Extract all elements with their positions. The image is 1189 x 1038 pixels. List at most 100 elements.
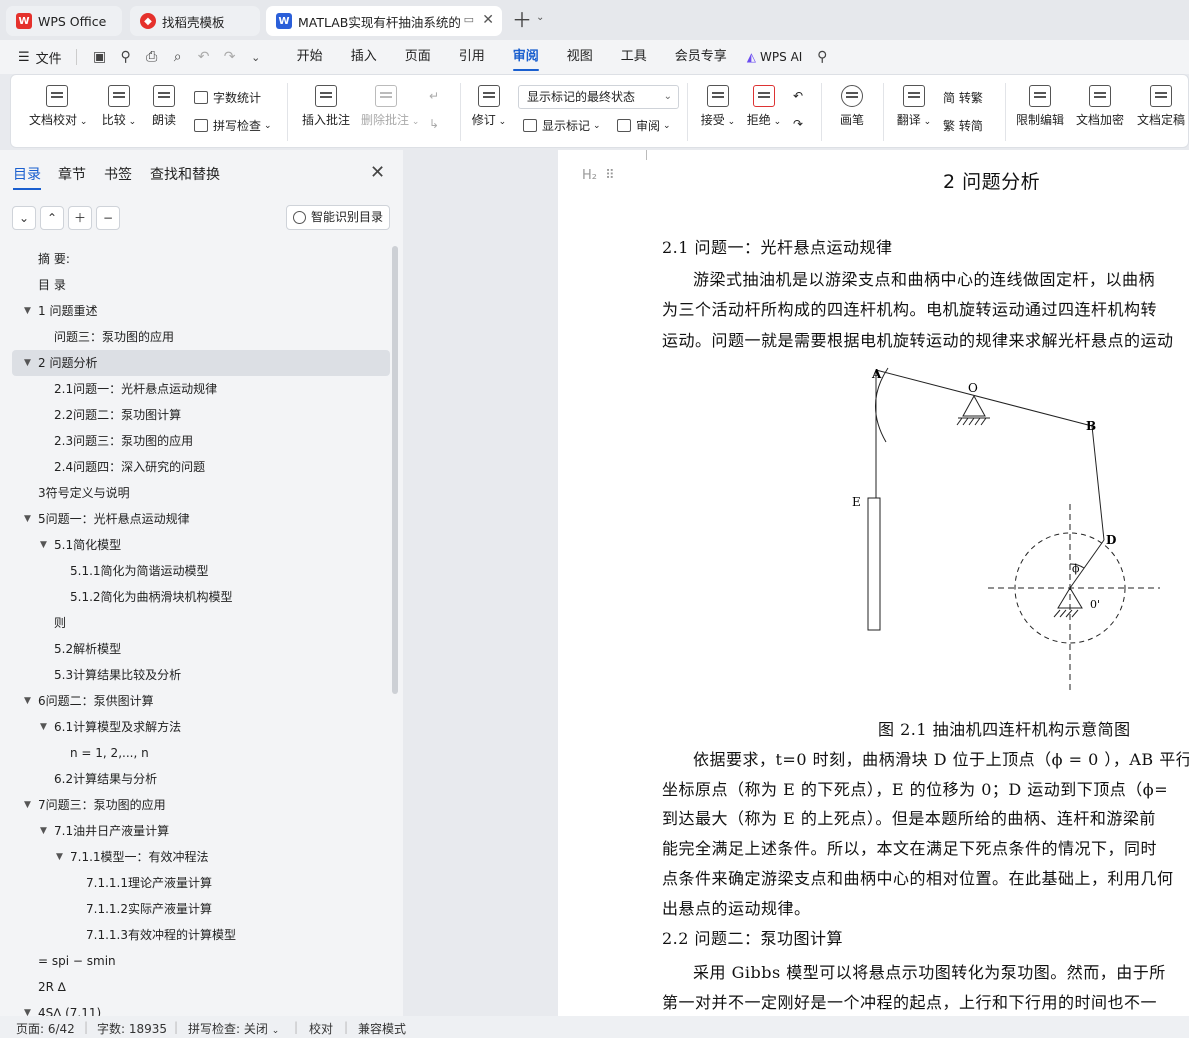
to-traditional-button[interactable]: 简 转繁 [943, 89, 983, 106]
toc-item[interactable]: 2.4问题四：深入研究的问题 [12, 454, 390, 480]
toc-item[interactable]: 摘 要: [12, 246, 390, 272]
toc-item[interactable]: 6.2计算结果与分析 [12, 766, 390, 792]
toc-item[interactable]: 5.1.2简化为曲柄滑块机构模型 [12, 584, 390, 610]
redo-icon[interactable]: ↷ [222, 49, 238, 65]
menu-view[interactable]: 视图 [553, 40, 607, 74]
insert-comment-button[interactable]: 插入批注 [301, 85, 351, 128]
reject-button[interactable]: 拒绝 ⌄ [745, 85, 783, 128]
save-icon[interactable]: ▣ [92, 49, 108, 65]
toc-item[interactable]: 2.2问题二：泵功图计算 [12, 402, 390, 428]
revise-button[interactable]: 修订 ⌄ [471, 85, 507, 128]
proofread-button[interactable]: 校对 [309, 1020, 333, 1037]
toc-item[interactable]: ▼ 1 问题重述 [12, 298, 390, 324]
encrypt-button[interactable]: 文档加密 [1075, 85, 1125, 128]
heading-level-marker[interactable]: H₂ ⠿ [582, 168, 615, 183]
delete-comment-button[interactable]: 删除批注 ⌄ [361, 85, 419, 128]
scrollbar[interactable] [392, 246, 398, 694]
toc-item[interactable]: 3符号定义与说明 [12, 480, 390, 506]
caret-down-icon[interactable]: ▼ [24, 688, 31, 714]
share-icon[interactable]: ⚲ [118, 49, 134, 65]
toc-item[interactable]: n = 1, 2,..., n [12, 740, 390, 766]
menu-tools[interactable]: 工具 [607, 40, 661, 74]
remove-heading-button[interactable]: − [96, 206, 120, 230]
close-icon[interactable]: ✕ [370, 162, 385, 183]
show-marks-button[interactable]: 显示标记 ⌄ [523, 117, 601, 134]
toc-item[interactable]: 2.3问题三：泵功图的应用 [12, 428, 390, 454]
word-count-indicator[interactable]: 字数: 18935 [97, 1020, 167, 1037]
menu-references[interactable]: 引用 [445, 40, 499, 74]
caret-down-icon[interactable]: ▼ [24, 298, 31, 324]
caret-down-icon[interactable]: ▼ [24, 350, 31, 376]
new-tab-button[interactable]: ＋ [512, 8, 532, 32]
toc-item[interactable]: 2.1问题一：光杆悬点运动规律 [12, 376, 390, 402]
translate-button[interactable]: 翻译 ⌄ [895, 85, 933, 128]
page-indicator[interactable]: 页面: 6/42 [16, 1020, 75, 1037]
close-icon[interactable]: ✕ [482, 12, 494, 28]
collapse-up-button[interactable]: ⌃ [40, 206, 64, 230]
caret-down-icon[interactable]: ▼ [40, 818, 47, 844]
toc-item[interactable]: 则 [12, 610, 390, 636]
compare-button[interactable]: 比较 ⌄ [97, 85, 141, 128]
caret-down-icon[interactable]: ▼ [40, 714, 47, 740]
spell-check-status[interactable]: 拼写检查: 关闭 ⌄ [188, 1020, 279, 1037]
collapse-down-button[interactable]: ⌄ [12, 206, 36, 230]
accept-button[interactable]: 接受 ⌄ [699, 85, 737, 128]
tab-docer-templates[interactable]: ◆ 找稻壳模板 [130, 6, 260, 36]
review-pane-button[interactable]: 审阅 ⌄ [617, 117, 671, 134]
chevron-down-icon[interactable]: ⌄ [248, 51, 264, 64]
read-aloud-button[interactable]: 朗读 [149, 85, 179, 128]
chevron-down-icon[interactable]: ⌄ [536, 12, 544, 23]
undo-icon[interactable]: ↶ [196, 49, 212, 65]
pen-button[interactable]: 画笔 [837, 85, 867, 128]
caret-down-icon[interactable]: ▼ [40, 532, 47, 558]
toc-item[interactable]: ▼ 6问题二：泵供图计算 [12, 688, 390, 714]
menu-member[interactable]: 会员专享 [661, 40, 741, 74]
toc-item[interactable]: 问题三：泵功图的应用 [12, 324, 390, 350]
caret-down-icon[interactable]: ▼ [24, 506, 31, 532]
toc-item[interactable]: ▼ 5问题一：光杆悬点运动规律 [12, 506, 390, 532]
tab-chapters[interactable]: 章节 [58, 164, 86, 184]
caret-down-icon[interactable]: ▼ [24, 792, 31, 818]
toc-item[interactable]: 5.3计算结果比较及分析 [12, 662, 390, 688]
prev-comment-icon[interactable]: ↵ [429, 89, 439, 103]
tab-toc[interactable]: 目录 [13, 164, 41, 190]
wps-ai-button[interactable]: ◭ WPS AI [747, 50, 803, 64]
toc-item[interactable]: ▼ 5.1简化模型 [12, 532, 390, 558]
menu-home[interactable]: 开始 [283, 40, 337, 74]
toc-item[interactable]: ▼ 7问题三：泵功图的应用 [12, 792, 390, 818]
next-change-icon[interactable]: ↷ [793, 117, 803, 131]
prev-change-icon[interactable]: ↶ [793, 89, 803, 103]
caret-down-icon[interactable]: ▼ [56, 844, 63, 870]
toc-item[interactable]: 2R ∆ [12, 974, 390, 1000]
toc-item[interactable]: ▼ 6.1计算模型及求解方法 [12, 714, 390, 740]
spell-check-button[interactable]: 拼写检查 ⌄ [194, 117, 272, 134]
menu-page[interactable]: 页面 [391, 40, 445, 74]
word-count-button[interactable]: 字数统计 [194, 89, 261, 106]
toc-item[interactable]: = spi − smin [12, 948, 390, 974]
to-simplified-button[interactable]: 繁 转简 [943, 117, 983, 134]
toc-item[interactable]: 7.1.1.3有效冲程的计算模型 [12, 922, 390, 948]
toc-item[interactable]: 目 录 [12, 272, 390, 298]
mark-state-select[interactable]: 显示标记的最终状态 ⌄ [518, 85, 679, 109]
toc-item[interactable]: ▼ 7.1.1模型一：有效冲程法 [12, 844, 390, 870]
toc-item[interactable]: ▼ 7.1油井日产液量计算 [12, 818, 390, 844]
print-preview-icon[interactable]: ⌕ [170, 49, 186, 65]
toc-item[interactable]: ▼ 2 问题分析 [12, 350, 390, 376]
toc-item[interactable]: ▼ 4S∆ (7.11) [12, 1000, 390, 1016]
tab-find-replace[interactable]: 查找和替换 [150, 164, 220, 184]
smart-toc-button[interactable]: 智能识别目录 [286, 205, 390, 230]
menu-review[interactable]: 审阅 [499, 40, 553, 74]
next-comment-icon[interactable]: ↳ [429, 117, 439, 131]
restrict-edit-button[interactable]: 限制编辑 [1015, 85, 1065, 128]
toc-item[interactable]: 7.1.1.1理论产液量计算 [12, 870, 390, 896]
finalize-button[interactable]: 文档定稿 [1133, 85, 1188, 128]
tab-current-document[interactable]: W MATLAB实现有杆抽油系统的 ▭ ✕ [266, 6, 502, 36]
toc-item[interactable]: 5.1.1简化为简谐运动模型 [12, 558, 390, 584]
doc-check-button[interactable]: 文档校对 ⌄ [29, 85, 87, 128]
caret-down-icon[interactable]: ▼ [24, 1000, 31, 1016]
menu-insert[interactable]: 插入 [337, 40, 391, 74]
tab-bookmarks[interactable]: 书签 [104, 164, 132, 184]
file-menu[interactable]: ☰ 文件 [0, 40, 62, 74]
document-page[interactable]: H₂ ⠿ 2 问题分析 2.1 问题一：光杆悬点运动规律 游梁式抽油机是以游梁支… [558, 150, 1189, 1016]
print-icon[interactable]: ⎙ [144, 49, 160, 65]
